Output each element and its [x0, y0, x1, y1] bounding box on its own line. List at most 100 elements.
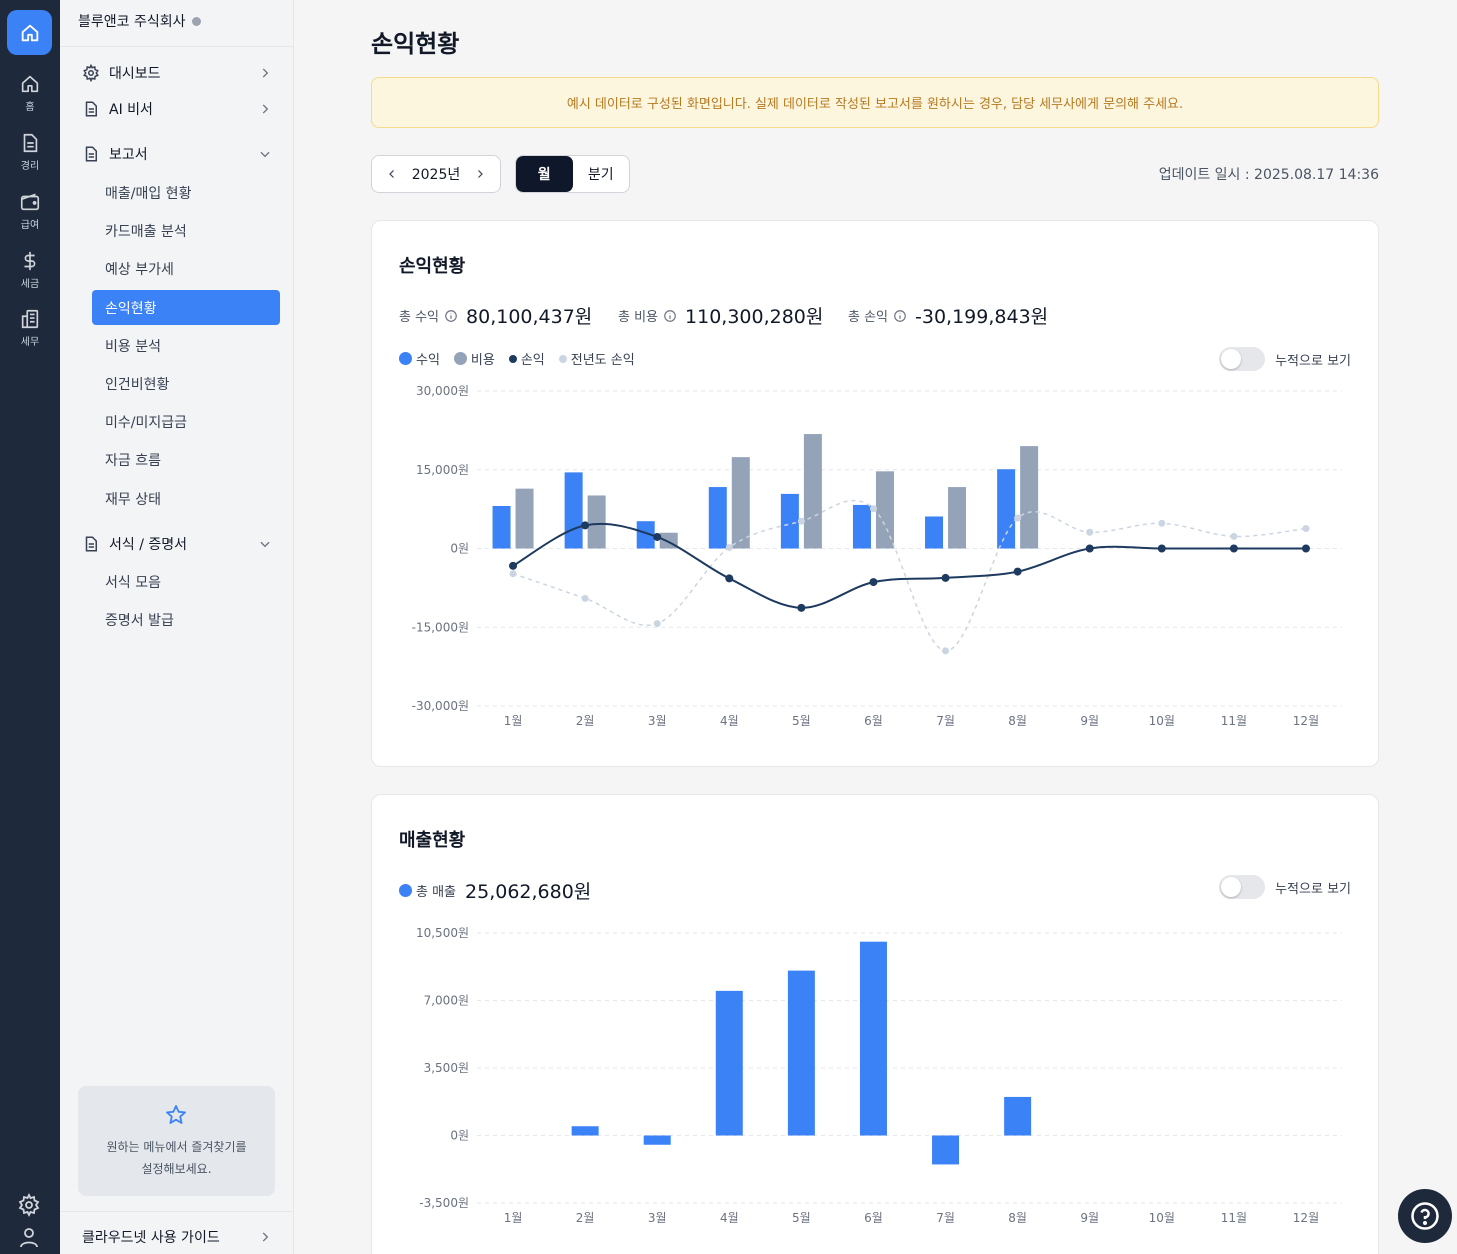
x-tick-label: 9월 — [1080, 1211, 1099, 1225]
profit-point — [653, 532, 662, 541]
prev-profit-point — [509, 570, 517, 578]
guide-label: 클라우드넷 사용 가이드 — [82, 1230, 220, 1246]
sidebar-item-labor-cost[interactable]: 인건비현황 — [92, 366, 280, 401]
card-title: 매출현황 — [399, 830, 466, 851]
toggle-label: 누적으로 보기 — [1275, 881, 1351, 897]
bar-revenue — [571, 1126, 599, 1136]
bar-revenue — [708, 487, 727, 549]
x-tick-label: 1월 — [504, 714, 523, 728]
rail-item-taxoffice[interactable]: 세무 — [0, 308, 60, 358]
user-guide-link[interactable]: 클라우드넷 사용 가이드 — [82, 1227, 272, 1247]
legend-swatch — [399, 352, 412, 365]
prev-profit-point — [1014, 514, 1022, 522]
legend-item-revenue[interactable]: 수익 — [399, 349, 440, 368]
menu-label: 손익현황 — [105, 300, 157, 317]
bar-revenue — [1004, 1096, 1032, 1136]
x-tick-label: 4월 — [720, 1211, 739, 1225]
toggle-switch[interactable] — [1219, 875, 1266, 899]
chevron-right-icon[interactable] — [474, 168, 486, 180]
x-tick-label: 2월 — [576, 714, 595, 728]
document-icon — [85, 146, 97, 162]
y-tick-label: 0원 — [450, 542, 469, 556]
company-selector[interactable]: 블루앤코 주식회사 — [78, 11, 201, 31]
sidebar-item-sales-purchase[interactable]: 매출/매입 현황 — [92, 175, 280, 210]
x-tick-label: 7월 — [936, 714, 955, 728]
bar-cost — [1020, 446, 1039, 549]
profit-point — [509, 561, 518, 570]
rail-home-button[interactable] — [7, 10, 52, 55]
info-icon[interactable] — [663, 309, 677, 323]
company-name: 블루앤코 주식회사 — [78, 14, 186, 30]
stat-label: 총 비용 — [618, 310, 659, 325]
menu-label: 증명서 발급 — [105, 612, 174, 629]
x-tick-label: 10월 — [1149, 1211, 1175, 1225]
menu-label: 매출/매입 현황 — [105, 185, 192, 202]
favorites-hint: 원하는 메뉴에서 즐겨찾기를 설정해보세요. — [78, 1086, 275, 1196]
user-icon — [20, 1228, 38, 1248]
sidebar-item-financial-status[interactable]: 재무 상태 — [92, 481, 280, 516]
gear-icon — [83, 64, 99, 82]
info-icon[interactable] — [893, 309, 907, 323]
rail-item-tax[interactable]: 세금 — [0, 250, 60, 300]
rail-item-home[interactable]: 홈 — [0, 73, 60, 123]
x-tick-label: 11월 — [1221, 714, 1247, 728]
help-button[interactable] — [1398, 1189, 1452, 1243]
cumulative-toggle[interactable]: 누적으로 보기 — [1219, 347, 1351, 371]
stat-value: -30,199,843원 — [915, 306, 1049, 328]
profile-button[interactable] — [17, 1225, 41, 1249]
prev-profit-point — [869, 505, 877, 513]
profit-point — [725, 574, 734, 583]
rail-item-payroll[interactable]: 급여 — [0, 191, 60, 241]
prev-profit-point — [797, 517, 805, 525]
bar-revenue — [932, 1135, 960, 1165]
legend-item-prev-profit[interactable]: 전년도 손익 — [558, 349, 635, 368]
stat-label: 총 수익 — [399, 310, 440, 325]
menu-label: 보고서 — [109, 147, 148, 163]
rail-item-accounting[interactable]: 경리 — [0, 132, 60, 182]
x-tick-label: 9월 — [1080, 714, 1099, 728]
sidebar-item-receivables[interactable]: 미수/미지급금 — [92, 404, 280, 439]
sidebar-item-card-sales[interactable]: 카드매출 분석 — [92, 213, 280, 248]
sidebar-item-profit-loss[interactable]: 손익현황 — [92, 290, 280, 325]
menu-dashboard[interactable]: 대시보드 — [82, 60, 278, 86]
menu-ai-assistant[interactable]: AI 비서 — [82, 96, 278, 122]
sample-data-notice: 예시 데이터로 구성된 화면입니다. 실제 데이터로 작성된 보고서를 원하시는… — [371, 77, 1379, 128]
y-tick-label: -15,000원 — [412, 620, 469, 634]
settings-button[interactable] — [17, 1192, 41, 1218]
chevron-left-icon[interactable] — [386, 168, 398, 180]
y-tick-label: 10,500원 — [416, 926, 469, 940]
sidebar-item-form-collection[interactable]: 서식 모음 — [92, 564, 280, 599]
legend-item-profit[interactable]: 손익 — [508, 349, 545, 368]
sidebar-item-certificate[interactable]: 증명서 발급 — [92, 602, 280, 637]
bar-cost — [948, 487, 967, 549]
legend-label: 손익 — [520, 353, 545, 368]
menu-label: AI 비서 — [109, 102, 153, 118]
sidebar-item-expected-vat[interactable]: 예상 부가세 — [92, 251, 280, 286]
legend-item-total-sales: 총 매출 25,062,680원 — [399, 877, 591, 904]
y-tick-label: -30,000원 — [412, 699, 469, 713]
rail-label: 세금 — [20, 279, 40, 290]
profit-point — [1301, 544, 1310, 553]
total-sales-value: 25,062,680원 — [465, 881, 592, 903]
stat-value: 110,300,280원 — [685, 306, 824, 328]
info-icon[interactable] — [444, 309, 458, 323]
x-tick-label: 3월 — [648, 714, 667, 728]
y-tick-label: 0원 — [450, 1129, 469, 1143]
sidebar-item-cost-analysis[interactable]: 비용 분석 — [92, 328, 280, 363]
tab-month[interactable]: 월 — [516, 156, 573, 192]
tab-quarter[interactable]: 분기 — [573, 156, 630, 192]
toggle-switch[interactable] — [1219, 347, 1266, 371]
favorites-text-line: 원하는 메뉴에서 즐겨찾기를 — [106, 1140, 247, 1154]
legend-item-cost[interactable]: 비용 — [453, 349, 495, 368]
bar-revenue — [715, 990, 743, 1136]
prev-profit-point — [942, 647, 950, 655]
sidebar-item-cash-flow[interactable]: 자금 흐름 — [92, 442, 280, 477]
year-selector: 2025년 — [371, 155, 501, 193]
menu-reports[interactable]: 보고서 — [82, 141, 278, 167]
cumulative-toggle[interactable]: 누적으로 보기 — [1219, 875, 1351, 899]
building-icon — [21, 309, 39, 329]
bar-revenue — [859, 941, 887, 1136]
x-tick-label: 8월 — [1008, 1211, 1027, 1225]
chevron-right-icon — [262, 68, 269, 78]
menu-forms[interactable]: 서식 / 증명서 — [82, 531, 278, 557]
